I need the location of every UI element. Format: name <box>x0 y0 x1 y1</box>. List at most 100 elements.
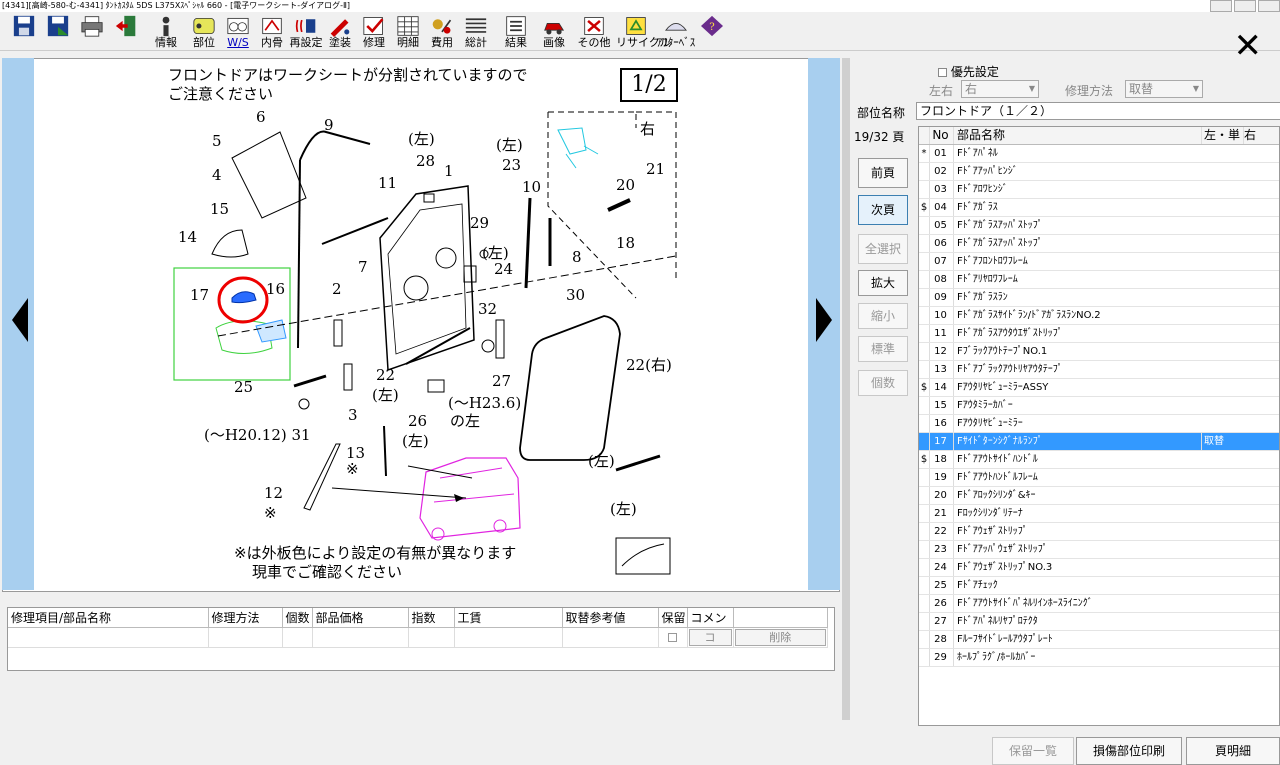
hold-list-button[interactable]: 保留一覧 <box>992 737 1074 765</box>
part-name-value: フロントドア（１／２） <box>920 104 1053 118</box>
part-name: Fﾄﾞｱﾛﾜﾋﾝｼﾞ <box>953 181 1199 198</box>
toolbar-info-button[interactable]: 情報 <box>150 15 182 51</box>
list-item[interactable]: $18 Fﾄﾞｱｱｳﾄｻｲﾄﾞﾊﾝﾄﾞﾙ <box>919 451 1279 469</box>
toolbar-help-button[interactable]: ? <box>696 15 728 51</box>
toolbar-result-button[interactable]: 結果 <box>500 15 532 51</box>
list-item[interactable]: 02 Fﾄﾞｱｱｯﾊﾟﾋﾝｼﾞ <box>919 163 1279 181</box>
list-item[interactable]: 10 Fﾄﾞｱｶﾞﾗｽｻｲﾄﾞﾗﾝ/ﾄﾞｱｶﾞﾗｽﾗﾝNO.2 <box>919 307 1279 325</box>
window-close-icon[interactable] <box>1258 0 1280 12</box>
save-button[interactable] <box>8 15 40 51</box>
select-all-button[interactable]: 全選択 <box>858 234 908 264</box>
quantity-button[interactable]: 個数 <box>858 370 908 396</box>
list-item[interactable]: 20 Fﾄﾞｱﾛｯｸｼﾘﾝﾀﾞ&ｷｰ <box>919 487 1279 505</box>
list-item[interactable]: 15 Fｱｳﾀﾐﾗｰｶﾊﾞｰ <box>919 397 1279 415</box>
svg-text:15: 15 <box>210 200 229 218</box>
toolbar-worksheet-button[interactable]: W/S <box>222 15 254 51</box>
hold-checkbox[interactable] <box>668 633 677 642</box>
restore-icon[interactable] <box>1234 0 1256 12</box>
list-item[interactable]: 24 FﾄﾞｱｳｪｻﾞｽﾄﾘｯﾌﾟNO.3 <box>919 559 1279 577</box>
list-item[interactable]: 12 FﾌﾞﾗｯｸｱｳﾄﾃｰﾌﾟNO.1 <box>919 343 1279 361</box>
list-item[interactable]: 09 Fﾄﾞｱｶﾞﾗｽﾗﾝ <box>919 289 1279 307</box>
grid-cell[interactable] <box>454 627 563 648</box>
grid-cell[interactable] <box>408 627 455 648</box>
list-item[interactable]: 05 Fﾄﾞｱｶﾞﾗｽｱｯﾊﾟｽﾄｯﾌﾟ <box>919 217 1279 235</box>
svg-text:9: 9 <box>324 116 334 134</box>
close-icon[interactable]: ✕ <box>1234 29 1263 63</box>
label-left-e: (左) <box>402 432 429 450</box>
minimize-icon[interactable] <box>1210 0 1232 12</box>
list-item[interactable]: $14 FｱｳﾀﾘﾔﾋﾞｭｰﾐﾗｰASSY <box>919 379 1279 397</box>
part-name-select[interactable]: フロントドア（１／２） <box>916 102 1280 120</box>
turn-signal-lamp-part[interactable] <box>231 291 257 304</box>
grid-cell[interactable] <box>8 627 209 648</box>
grid-cell[interactable] <box>562 627 659 648</box>
list-item[interactable]: 11 Fﾄﾞｱｶﾞﾗｽｱｳﾀｳｴｻﾞｽﾄﾘｯﾌﾟ <box>919 325 1279 343</box>
page-detail-button[interactable]: 頁明細 <box>1186 737 1280 765</box>
toolbar-detail-button[interactable]: 明細 <box>392 15 424 51</box>
zoom-reset-button[interactable]: 標準 <box>858 336 908 362</box>
chevron-down-icon: ▼ <box>1028 84 1035 93</box>
toolbar-image-button[interactable]: 画像 <box>538 15 570 51</box>
toolbar-repair-button[interactable]: 修理 <box>358 15 390 51</box>
prev-page-button[interactable]: 前頁 <box>858 158 908 188</box>
grid-cell[interactable] <box>312 627 409 648</box>
print-damage-button[interactable]: 損傷部位印刷 <box>1076 737 1182 765</box>
next-page-nav[interactable] <box>808 58 840 590</box>
lr-select[interactable]: 右 ▼ <box>961 80 1039 98</box>
toolbar-inner-frame-button[interactable]: 内骨 <box>256 15 288 51</box>
zoom-out-button[interactable]: 縮小 <box>858 303 908 329</box>
comment-button[interactable]: コ <box>688 629 732 646</box>
list-item[interactable]: $04 Fﾄﾞｱｶﾞﾗｽ <box>919 199 1279 217</box>
part-no: 03 <box>929 181 951 198</box>
list-item[interactable]: 29 ﾎｰﾙﾌﾟﾗｸﾞ/ﾎｰﾙｶﾊﾞｰ <box>919 649 1279 667</box>
list-item[interactable]: 17 Fｻｲﾄﾞﾀｰﾝｼｸﾞﾅﾙﾗﾝﾌﾟ 取替 <box>919 433 1279 451</box>
list-item[interactable]: 21 Fﾛｯｸｼﾘﾝﾀﾞﾘﾃｰﾅ <box>919 505 1279 523</box>
part-name: Fﾄﾞｱｶﾞﾗｽｱｯﾊﾟｽﾄｯﾌﾟ <box>953 217 1199 234</box>
table-row[interactable]: コ 削除 <box>8 627 829 648</box>
window-controls <box>1208 0 1280 12</box>
toolbar-other-button[interactable]: その他 <box>578 15 611 51</box>
list-item[interactable]: 23 Fﾄﾞｱｱｯﾊﾟｳｪｻﾞｽﾄﾘｯﾌﾟ <box>919 541 1279 559</box>
prev-page-nav[interactable] <box>2 58 34 590</box>
list-item[interactable]: 16 Fｱｳﾀﾘﾔﾋﾞｭｰﾐﾗｰ <box>919 415 1279 433</box>
list-item[interactable]: 22 Fﾄﾞｱｳｪｻﾞｽﾄﾘｯﾌﾟ <box>919 523 1279 541</box>
method-select[interactable]: 取替 ▼ <box>1125 80 1203 98</box>
toolbar-recycle-button[interactable]: リサイクル <box>616 15 670 51</box>
list-item[interactable]: 08 Fﾄﾞｱﾘﾔﾛﾜﾌﾚｰﾑ <box>919 271 1279 289</box>
zoom-in-button[interactable]: 拡大 <box>858 270 908 296</box>
list-item[interactable]: 26 Fﾄﾞｱｱｳﾄｻｲﾄﾞﾊﾟﾈﾙﾘｲﾝﾎｰｽﾗｲﾆﾝｸﾞ <box>919 595 1279 613</box>
list-item[interactable]: 13 Fﾄﾞｱﾌﾞﾗｯｸｱｳﾄﾘﾔｱｳﾀﾃｰﾌﾟ <box>919 361 1279 379</box>
list-item[interactable]: 25 Fﾄﾞｱﾁｪｯｸ <box>919 577 1279 595</box>
delete-button[interactable]: 削除 <box>734 629 826 646</box>
part-no: 24 <box>929 559 951 576</box>
panel-splitter[interactable] <box>842 58 850 720</box>
list-item[interactable]: 06 Fﾄﾞｱｶﾞﾗｽｱｯﾊﾟｽﾄｯﾌﾟ <box>919 235 1279 253</box>
toolbar-paint-button[interactable]: 塗装 <box>324 15 356 51</box>
toolbar-afterbase-button[interactable]: ｱﾌﾀｰﾍﾞｽ <box>657 15 695 51</box>
toolbar-reset-button[interactable]: 再設定 <box>290 15 323 51</box>
svg-text:6: 6 <box>256 108 266 126</box>
exit-button[interactable] <box>110 15 142 51</box>
list-item[interactable]: 19 Fﾄﾞｱｱｳﾄﾊﾝﾄﾞﾙﾌﾚｰﾑ <box>919 469 1279 487</box>
next-page-button[interactable]: 次頁 <box>858 195 908 225</box>
part-name: Fﾙｰﾌｻｲﾄﾞﾚｰﾙｱｳﾀﾌﾟﾚｰﾄ <box>953 631 1199 648</box>
priority-checkbox[interactable] <box>938 68 947 77</box>
grid-cell[interactable] <box>282 627 313 648</box>
save-as-button[interactable] <box>42 15 74 51</box>
list-item[interactable]: 27 Fﾄﾞｱﾊﾟﾈﾙﾘﾔﾌﾟﾛﾃｸﾀ <box>919 613 1279 631</box>
list-item[interactable]: 07 Fﾄﾞｱﾌﾛﾝﾄﾛﾜﾌﾚｰﾑ <box>919 253 1279 271</box>
svg-text:21: 21 <box>646 160 665 178</box>
priority-checkbox-row[interactable]: 優先設定 <box>938 63 999 80</box>
method-label: 修理方法 <box>1065 84 1114 98</box>
toolbar-part-button[interactable]: 部位 <box>188 15 220 51</box>
part-no: 20 <box>929 487 951 504</box>
toolbar-total-button[interactable]: 総計 <box>460 15 492 51</box>
repair-icon <box>363 17 384 35</box>
print-button[interactable] <box>76 15 108 51</box>
hold-checkbox-cell[interactable] <box>658 627 688 648</box>
toolbar-cost-button[interactable]: 費用 <box>426 15 458 51</box>
grid-cell[interactable] <box>208 627 283 648</box>
list-item[interactable]: 28 Fﾙｰﾌｻｲﾄﾞﾚｰﾙｱｳﾀﾌﾟﾚｰﾄ <box>919 631 1279 649</box>
list-item[interactable]: 03 Fﾄﾞｱﾛﾜﾋﾝｼﾞ <box>919 181 1279 199</box>
list-item[interactable]: * 01 Fﾄﾞｱﾊﾟﾈﾙ <box>919 145 1279 163</box>
